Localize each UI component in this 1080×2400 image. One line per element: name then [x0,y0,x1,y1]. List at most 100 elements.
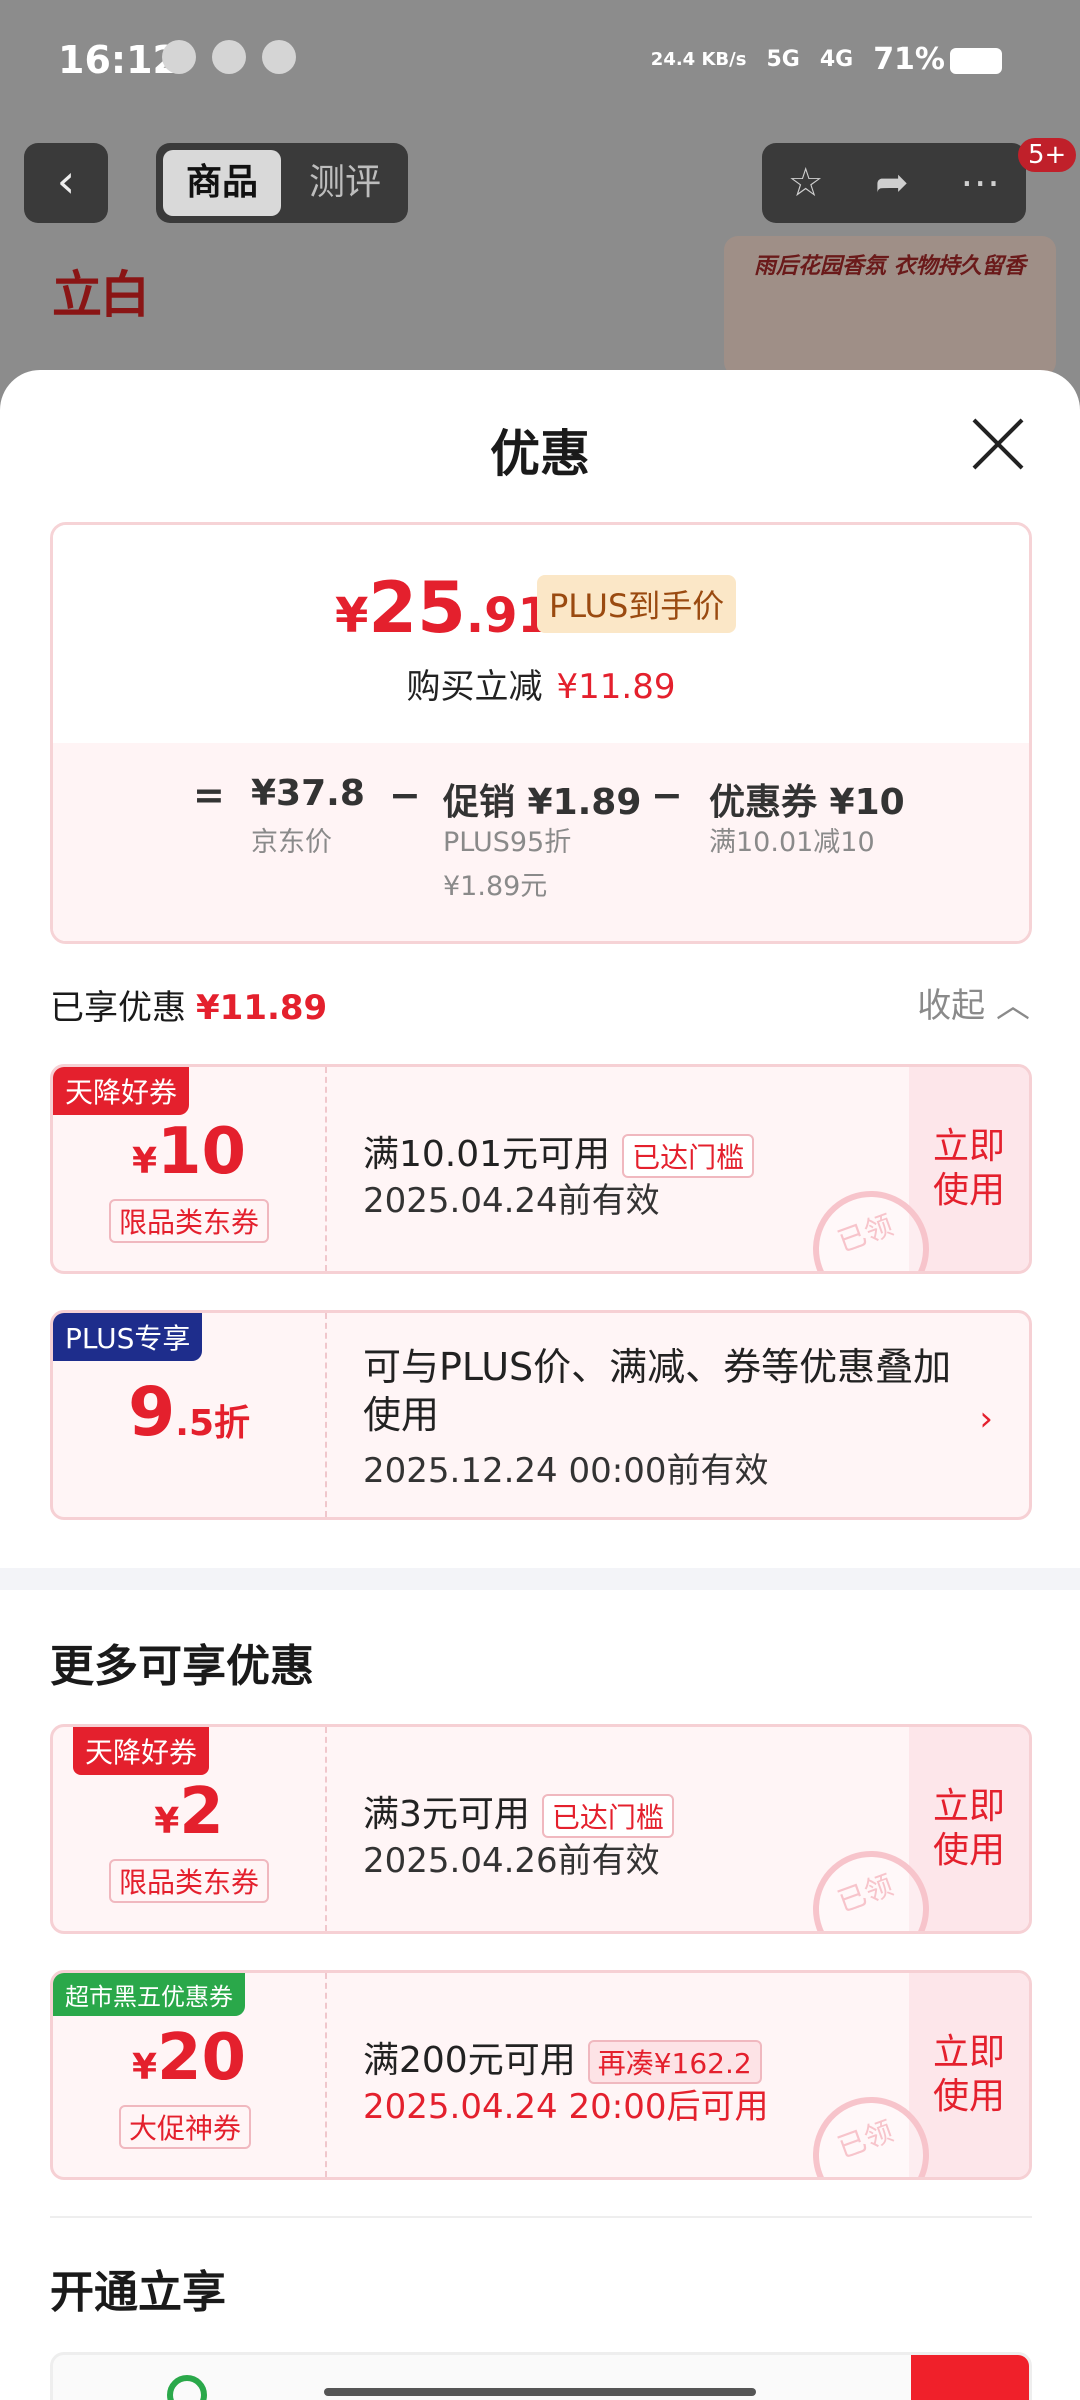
status-bar: 16:12 24.4 KB/s 5G 4G 71% [0,0,1080,120]
battery-percent: 71% [873,42,945,77]
coupon-number: 10 [157,1115,247,1189]
net-speed: 24.4 KB/s [650,48,747,70]
coupon-condition: 满3元可用 已达门槛 [363,1785,674,1838]
sheet-title: 优惠 [490,425,590,483]
promo-detail-amount: ¥1.89元 [443,871,548,902]
brand-logo: 立白 [52,266,150,324]
price-calc: = ¥37.8 京东价 − 促销 ¥1.89 PLUS95折 ¥1.89元 − … [53,743,1029,941]
coupon-card: 天降好券 ¥2 限品类东券 满3元可用 已达门槛 2025.04.26前有效 立即… [50,1724,1032,1934]
plus-tag: PLUS专享 [53,1313,203,1361]
open-button[interactable] [911,2355,1029,2400]
coupon-divider [325,1313,327,1517]
plus-price-tag: PLUS到手价 [537,575,737,633]
plus-rate-int: 9 [127,1373,176,1452]
nav-actions: ☆ ➦ ⋯ [762,143,1026,223]
coupon-condition: 满200元可用 再凑¥162.2 [363,2031,762,2084]
chevron-up-icon: ︿ [996,986,1030,1026]
collapse-label: 收起 [917,986,986,1026]
reduce-amount: ¥11.89 [556,667,676,707]
more-discounts-title: 更多可享优惠 [50,1641,314,1692]
enjoyed-amount: ¥11.89 [196,988,328,1028]
home-indicator[interactable] [324,2388,756,2396]
coupon-card: 天降好券 ¥10 限品类东券 满10.01元可用 已达门槛 2025.04.24前… [50,1064,1032,1274]
coupon-amount: ¥2 [53,1775,325,1849]
coupon-divider [325,1727,327,1931]
price-top: ¥25.91 PLUS到手价 购买立减 ¥11.89 [53,525,1029,743]
signal-5g: 5G [766,47,800,72]
base-price: ¥37.8 [251,773,365,814]
reduce-label: 购买立减 [406,667,543,707]
coupon-date: 2025.04.26前有效 [363,1841,660,1881]
reduce-line: 购买立减 ¥11.89 [53,659,1029,708]
coupon-condition-text: 满200元可用 [363,2040,576,2081]
notification-icons [162,40,296,74]
star-icon[interactable]: ☆ [788,160,824,206]
share-icon[interactable]: ➦ [875,160,909,206]
threshold-badge: 已达门槛 [541,1794,674,1838]
discount-sheet: 优惠 ¥25.91 PLUS到手价 购买立减 ¥11.89 = ¥37.8 京东价… [0,370,1080,2400]
coupon-number: 20 [157,2021,247,2095]
status-time: 16:12 [58,38,179,82]
nav-tabs: 商品 测评 [156,143,408,223]
coupon-yen: ¥ [131,1141,157,1182]
threshold-badge: 已达门槛 [622,1134,755,1178]
battery-icon [950,48,1002,74]
coupon-date: 2025.04.24前有效 [363,1181,660,1221]
coupon-type: 限品类东券 [109,1199,270,1243]
plus-rate: 9.5折 [53,1373,325,1452]
tab-review[interactable]: 测评 [286,150,404,216]
base-price-label: 京东价 [251,827,332,858]
minus-sign: − [389,773,421,817]
qq-icon [162,40,196,74]
coupon-card: 超市黑五优惠券 ¥20 大促神券 满200元可用 再凑¥162.2 2025.04… [50,1970,1032,2180]
plus-discount-card[interactable]: PLUS专享 9.5折 可与PLUS价、满减、券等优惠叠加使用 2025.12.… [50,1310,1032,1520]
coupon-divider [325,1067,327,1271]
coupon-type: 限品类东券 [109,1859,270,1903]
coupon-amount: ¥10 [53,1115,325,1189]
enjoyed-label: 已享优惠 [50,988,186,1028]
coupon-date: 2025.04.24 20:00后可用 [363,2087,769,2127]
jd-icon [262,40,296,74]
coupon-tag: 天降好券 [53,1067,190,1115]
plus-rate-dec: .5折 [175,1403,251,1444]
close-button[interactable] [970,416,1026,472]
coupon-condition-text: 满10.01元可用 [363,1134,611,1175]
plus-description: 可与PLUS价、满减、券等优惠叠加使用 [363,1345,952,1437]
back-button[interactable]: ‹ [24,143,108,223]
coupon-amount: ¥20 [53,2021,325,2095]
coupon-tag: 天降好券 [73,1727,210,1775]
section-gap [0,1568,1080,1590]
membership-icon [167,2375,207,2400]
final-price: ¥25.91 [335,567,551,649]
price-card: ¥25.91 PLUS到手价 购买立减 ¥11.89 = ¥37.8 京东价 − … [50,522,1032,944]
enjoyed-line: 已享优惠 ¥11.89 [50,980,327,1029]
coupon-rule: 满10.01减10 [709,827,875,858]
coupon-tag: 超市黑五优惠券 [53,1973,245,2016]
coupon-type: 大促神券 [119,2105,252,2149]
coupon-divider [325,1973,327,2177]
coupon-yen: ¥ [131,2047,157,2088]
product-banner: 雨后花园香氛 衣物持久留香 [724,236,1056,376]
message-badge: 5+ [1018,138,1077,172]
signal-4g: 4G [819,47,854,72]
price-yen: ¥ [335,588,369,644]
tab-product[interactable]: 商品 [163,150,281,216]
divider [50,2216,1032,2218]
coupon-value: 优惠券 ¥10 [709,782,905,823]
coupon-condition-text: 满3元可用 [363,1794,530,1835]
more-icon[interactable]: ⋯ [960,160,1000,206]
minus-sign-2: − [651,773,683,817]
coupon-number: 2 [179,1775,224,1849]
promo-value: 促销 ¥1.89 [443,782,642,823]
collapse-button[interactable]: 收起 ︿ [917,978,1030,1027]
promo-detail: PLUS95折 [443,827,572,858]
add-more-badge: 再凑¥162.2 [587,2040,762,2084]
status-right: 24.4 KB/s 5G 4G 71% [651,42,945,77]
plus-date: 2025.12.24 00:00前有效 [363,1451,769,1491]
open-membership-title: 开通立享 [50,2267,226,2318]
chevron-right-icon: › [979,1399,993,1439]
app-icon [212,40,246,74]
coupon-condition: 满10.01元可用 已达门槛 [363,1125,755,1178]
equals-sign: = [193,773,225,817]
banner-text: 雨后花园香氛 衣物持久留香 [754,254,1026,279]
